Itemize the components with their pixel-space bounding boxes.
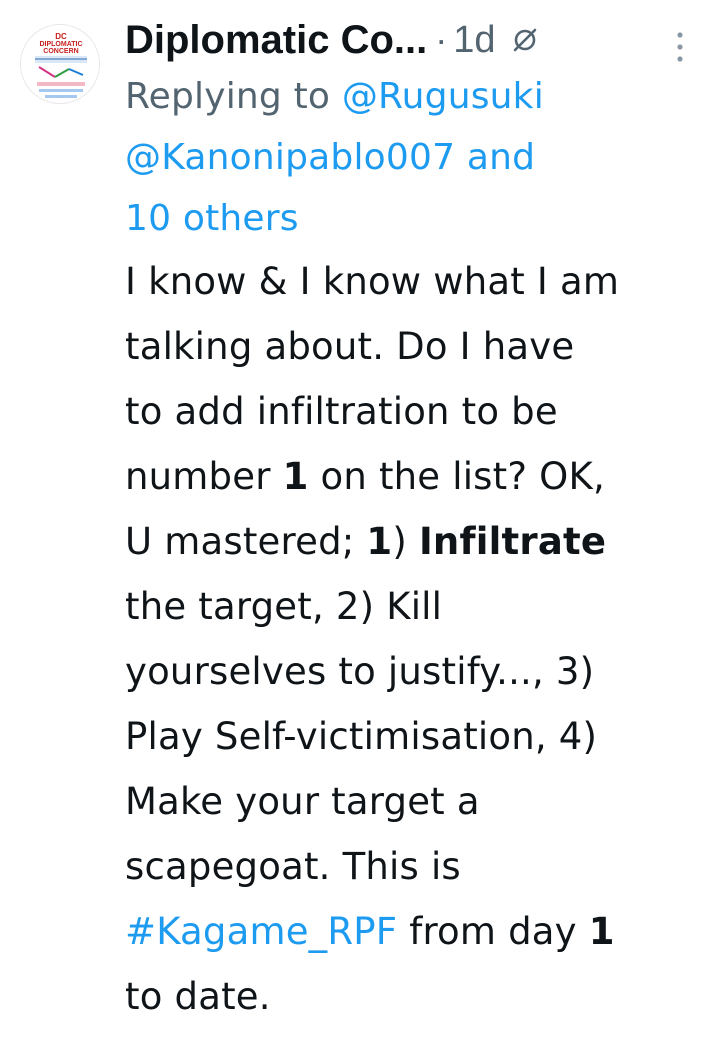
avatar[interactable]: DC DIPLOMATIC CONCERN (20, 24, 100, 104)
author-name[interactable]: Diplomatic Co... (125, 18, 427, 63)
text-line: to add infiltration to be (125, 390, 558, 433)
text-line: yourselves to justify..., 3) (125, 650, 595, 693)
text-line: to date. (125, 975, 271, 1018)
text-line: Make your target a (125, 780, 480, 823)
text-line: the target, 2) Kill (125, 585, 443, 628)
mention-kanonipablo007[interactable]: @Kanonipablo007 (125, 137, 455, 178)
tweet-content: Diplomatic Co... · 1d Replying to @Rugus… (125, 14, 710, 1029)
text-bold-segment: Infiltrate (418, 520, 607, 563)
hashtag-link[interactable]: #Kagame_RPF (125, 910, 397, 953)
mention-others[interactable]: 10 others (125, 198, 299, 239)
text-line: talking about. Do I have (125, 325, 575, 368)
text-line: scapegoat. This is (125, 845, 461, 888)
timestamp[interactable]: 1d (453, 19, 495, 62)
text-line: U mastered; 1) Infiltrate (125, 509, 710, 574)
text-bold-segment: 1 (366, 520, 393, 563)
tweet-header: Diplomatic Co... · 1d (125, 14, 710, 66)
text-segment: number (125, 455, 283, 498)
more-vertical-icon[interactable] (672, 30, 688, 64)
diplomatic-concern-logo-icon: DC DIPLOMATIC CONCERN (21, 25, 99, 103)
text-bold-segment: 1 (282, 455, 309, 498)
text-line: #Kagame_RPF from day 1 (125, 899, 710, 964)
text-bold-segment: 1 (588, 910, 615, 953)
text-segment: on the list? OK, (308, 455, 605, 498)
mention-rugusuki[interactable]: @Rugusuki (342, 76, 544, 117)
tweet[interactable]: DC DIPLOMATIC CONCERN Diplomatic Co... ·… (0, 0, 720, 1061)
tweet-text: I know & I know what I am talking about.… (125, 249, 710, 1029)
replying-to-label: Replying to (125, 76, 331, 117)
text-segment: ) (392, 520, 419, 563)
logo-text-dc: DC (55, 32, 67, 41)
logo-text-concern: CONCERN (43, 48, 78, 55)
text-line: number 1 on the list? OK, (125, 444, 710, 509)
separator-dot: · (435, 19, 448, 60)
mention-joiner: and (466, 137, 536, 178)
logo-text-diplomatic: DIPLOMATIC (39, 41, 82, 48)
text-segment: U mastered; (125, 520, 367, 563)
text-line: I know & I know what I am (125, 260, 620, 303)
replying-to: Replying to @Rugusuki @Kanonipablo007 an… (125, 66, 710, 249)
grok-icon[interactable] (510, 25, 540, 55)
text-segment: from day (397, 910, 589, 953)
text-line: Play Self-victimisation, 4) (125, 715, 598, 758)
